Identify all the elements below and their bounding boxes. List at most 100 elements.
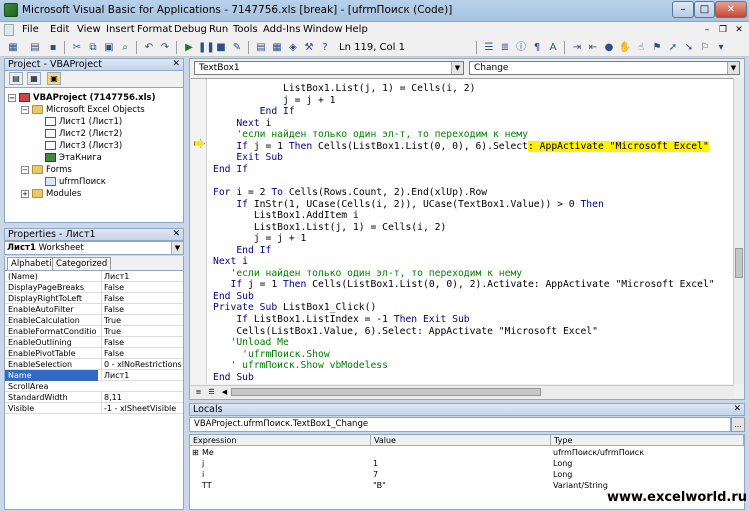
maximize-button[interactable]: □: [694, 1, 715, 18]
menu-debug[interactable]: Debug: [174, 24, 207, 35]
code-line[interactable]: If ListBox1.ListIndex = -1 Then Exit Sub: [213, 314, 469, 326]
tab-categorized[interactable]: Categorized: [52, 257, 112, 270]
view-code-icon[interactable]: ▤: [9, 72, 23, 85]
locals-value[interactable]: 7: [373, 470, 378, 480]
property-value[interactable]: False: [101, 293, 183, 304]
code-line[interactable]: ' ufrmПоиск.Show vbModeless: [213, 360, 388, 372]
code-line[interactable]: For i = 2 To Cells(Rows.Count, 2).End(xl…: [213, 187, 487, 199]
code-editor[interactable]: ListBox1.List(j, 1) = Cells(i, 2) j = j …: [191, 78, 734, 384]
copy-icon[interactable]: ⧉: [86, 41, 100, 54]
complete-word-icon[interactable]: A: [546, 41, 560, 54]
code-line[interactable]: If InStr(1, UCase(Cells(i, 2)), UCase(Te…: [213, 199, 603, 211]
locals-expr[interactable]: i: [202, 470, 204, 480]
code-line[interactable]: Next i: [213, 256, 248, 268]
property-row[interactable]: Name Лист1: [5, 370, 183, 381]
property-value[interactable]: True: [101, 326, 183, 337]
tree-node-ufrm-poisk[interactable]: ufrmПоиск: [45, 177, 106, 188]
project-explorer-icon[interactable]: ▤: [254, 41, 268, 54]
paste-icon[interactable]: ▣: [102, 41, 116, 54]
list-properties-icon[interactable]: ☰: [482, 41, 496, 54]
property-value[interactable]: False: [101, 337, 183, 348]
menu-add-ins[interactable]: Add-Ins: [263, 24, 300, 35]
toggle-bookmark-icon[interactable]: ⚑: [650, 41, 664, 54]
list-constants-icon[interactable]: ≣: [498, 41, 512, 54]
code-line[interactable]: End Sub: [213, 291, 254, 303]
chevron-down-icon[interactable]: ▼: [727, 62, 739, 74]
close-button[interactable]: ✕: [715, 1, 747, 18]
full-module-view-icon[interactable]: ☰: [206, 387, 217, 397]
tree-node-excel-objects[interactable]: − Microsoft Excel Objects: [21, 105, 145, 116]
property-row[interactable]: ScrollArea: [5, 381, 183, 392]
cut-icon[interactable]: ✂: [70, 41, 84, 54]
locals-expr[interactable]: TT: [202, 481, 212, 491]
code-line[interactable]: End If: [213, 106, 295, 118]
tree-node-thisworkbook[interactable]: ЭтаКнига: [45, 153, 102, 164]
property-value[interactable]: 0 - xlNoRestrictions: [101, 359, 183, 370]
object-combo[interactable]: TextBox1 ▼: [194, 61, 464, 75]
menu-file[interactable]: File: [22, 24, 39, 35]
menu-format[interactable]: Format: [137, 24, 172, 35]
menu-edit[interactable]: Edit: [50, 24, 69, 35]
code-line[interactable]: If j = 1 Then Cells(ListBox1.List(0, 0),…: [213, 279, 714, 291]
property-row[interactable]: EnableAutoFilter False: [5, 304, 183, 315]
locals-header-expression[interactable]: Expression: [190, 435, 371, 446]
property-value[interactable]: 8,11: [101, 392, 183, 403]
object-browser-icon[interactable]: ◈: [286, 41, 300, 54]
code-line[interactable]: End If: [213, 164, 248, 176]
code-line[interactable]: Private Sub ListBox1_Click(): [213, 302, 376, 314]
code-line[interactable]: 'ufrmПоиск.Show: [213, 349, 330, 361]
tree-node-sheet1[interactable]: Лист1 (Лист1): [45, 117, 122, 128]
menu-help[interactable]: Help: [345, 24, 368, 35]
find-icon[interactable]: ⌕: [118, 41, 132, 54]
outdent-icon[interactable]: ⇤: [586, 41, 600, 54]
code-horizontal-scrollbar[interactable]: ≡ ☰ ◀: [191, 385, 734, 398]
minimize-button[interactable]: –: [672, 1, 694, 18]
code-line[interactable]: ListBox1.AddItem i: [213, 210, 359, 222]
code-line[interactable]: 'если найден только один эл-т, то перехо…: [213, 268, 522, 280]
save-icon[interactable]: ▪: [46, 41, 60, 54]
code-line[interactable]: Exit Sub: [213, 152, 283, 164]
property-value[interactable]: -1 - xlSheetVisible: [101, 403, 183, 414]
uncomment-block-icon[interactable]: ☝: [634, 41, 648, 54]
menu-window[interactable]: Window: [303, 24, 342, 35]
tree-node-sheet3[interactable]: Лист3 (Лист3): [45, 141, 122, 152]
code-line[interactable]: End Sub: [213, 372, 254, 384]
property-row[interactable]: Visible -1 - xlSheetVisible: [5, 403, 183, 414]
toggle-folders-icon[interactable]: ▣: [47, 72, 61, 85]
code-line[interactable]: End If: [213, 245, 271, 257]
locals-expand-icon[interactable]: ⊞: [192, 448, 199, 458]
toolbar-options-icon[interactable]: ▾: [714, 41, 728, 54]
next-bookmark-icon[interactable]: ➚: [666, 41, 680, 54]
mdi-restore-icon[interactable]: ❐: [716, 24, 730, 37]
help-icon[interactable]: ?: [318, 41, 332, 54]
scroll-left-icon[interactable]: ◀: [219, 387, 230, 397]
properties-object-select[interactable]: Лист1 Worksheet ▼: [4, 241, 184, 255]
code-vertical-scrollbar[interactable]: [733, 78, 744, 384]
run-icon[interactable]: ▶: [182, 41, 196, 54]
chevron-down-icon[interactable]: ▼: [451, 62, 463, 74]
locals-value[interactable]: 1: [373, 459, 378, 469]
locals-header-type[interactable]: Type: [551, 435, 744, 446]
locals-expr[interactable]: j: [202, 459, 204, 469]
property-value[interactable]: False: [101, 304, 183, 315]
procedure-view-icon[interactable]: ≡: [193, 387, 204, 397]
toggle-breakpoint-icon[interactable]: ●: [602, 41, 616, 54]
code-line[interactable]: 'Unload Me: [213, 337, 288, 349]
comment-block-icon[interactable]: ✋: [618, 41, 632, 54]
property-value[interactable]: False: [101, 348, 183, 359]
property-row[interactable]: EnableFormatConditionsCalculation True: [5, 326, 183, 337]
chevron-down-icon[interactable]: ▼: [171, 242, 183, 254]
quick-info-icon[interactable]: ⓘ: [514, 41, 528, 54]
properties-close-icon[interactable]: ✕: [172, 229, 180, 240]
locals-expr[interactable]: Me: [202, 448, 214, 458]
toolbox-icon[interactable]: ⚒: [302, 41, 316, 54]
procedure-combo[interactable]: Change ▼: [469, 61, 740, 75]
design-mode-icon[interactable]: ✎: [230, 41, 244, 54]
code-line[interactable]: ListBox1.List(j, 1) = Cells(i, 2): [213, 222, 446, 234]
undo-icon[interactable]: ↶: [142, 41, 156, 54]
previous-bookmark-icon[interactable]: ➘: [682, 41, 696, 54]
property-value[interactable]: False: [101, 282, 183, 293]
property-row[interactable]: EnableSelection 0 - xlNoRestrictions: [5, 359, 183, 370]
menu-run[interactable]: Run: [209, 24, 228, 35]
module-icon[interactable]: [4, 24, 14, 36]
